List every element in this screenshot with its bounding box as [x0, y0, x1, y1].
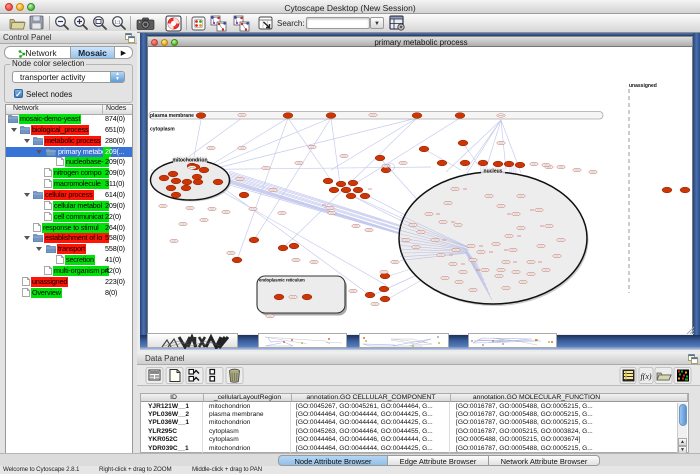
svg-text:plasma membrane: plasma membrane: [150, 113, 194, 119]
svg-text:f(x): f(x): [640, 372, 651, 381]
svg-text:1:1: 1:1: [114, 20, 121, 25]
svg-text:unassigned: unassigned: [629, 83, 657, 89]
svg-text:cytoplasm: cytoplasm: [150, 127, 175, 133]
svg-text:nucleus: nucleus: [484, 169, 503, 175]
svg-text:mitochondrion: mitochondrion: [173, 158, 208, 164]
svg-text:endoplasmic reticulum: endoplasmic reticulum: [259, 278, 305, 283]
